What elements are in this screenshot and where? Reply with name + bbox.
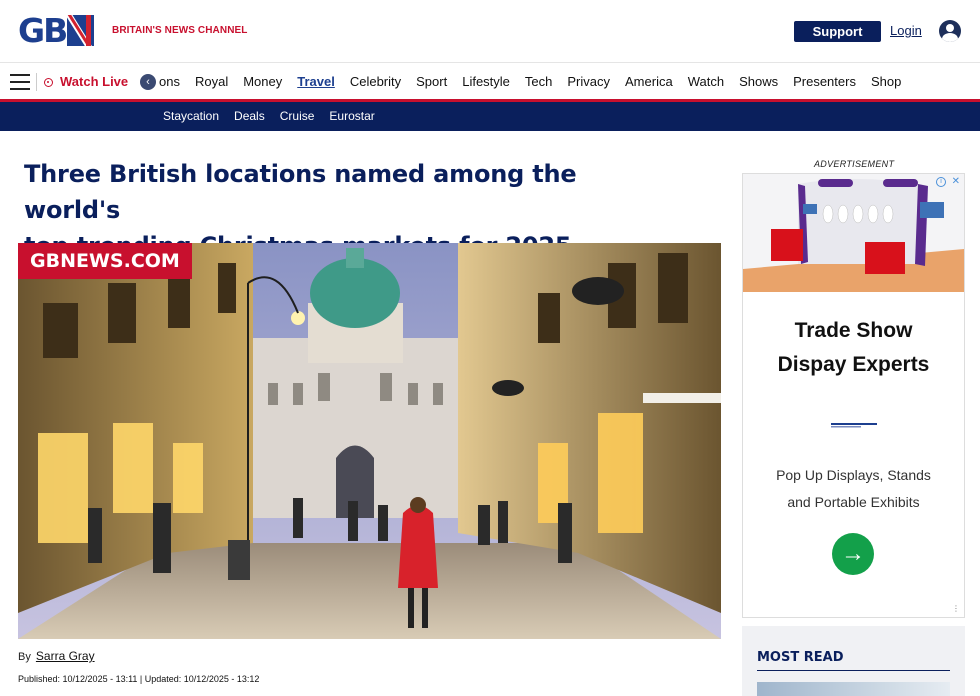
ad-subtext-line-1: Pop Up Displays, Stands: [776, 467, 931, 483]
ad-headline-line-1: Trade Show: [794, 319, 913, 342]
logo-flag-n: [67, 14, 95, 46]
nav-items: ons Royal Money Travel Celebrity Sport L…: [159, 74, 916, 89]
sub-nav: Staycation Deals Cruise Eurostar: [0, 102, 980, 131]
publish-dates: Published: 10/12/2025 - 13:11 | Updated:…: [18, 674, 260, 684]
nav-item-royal[interactable]: Royal: [195, 74, 228, 89]
site-header: GB BRITAIN'S NEWS CHANNEL Support Login: [0, 0, 980, 62]
most-read-divider: [757, 670, 950, 671]
advertisement-label: ADVERTISEMENT: [814, 159, 895, 169]
main-nav: Watch Live ‹ ons Royal Money Travel Cele…: [0, 62, 980, 100]
nav-item-watch[interactable]: Watch: [688, 74, 724, 89]
advertiser-logo: [831, 423, 877, 428]
hero-image[interactable]: GBNEWS.COM: [18, 243, 721, 639]
live-indicator-icon: [44, 78, 53, 87]
nav-item-shows[interactable]: Shows: [739, 74, 778, 89]
image-source-badge: GBNEWS.COM: [18, 243, 192, 279]
vienna-street-scene: [18, 243, 721, 639]
nav-divider: [36, 73, 37, 91]
logo-letters: GB: [18, 10, 68, 50]
most-read-panel: MOST READ: [742, 626, 965, 696]
ad-subtext-line-2: and Portable Exhibits: [787, 494, 920, 510]
nav-item-ons[interactable]: ons: [159, 74, 180, 89]
nav-item-money[interactable]: Money: [243, 74, 282, 89]
nav-item-america[interactable]: America: [625, 74, 673, 89]
most-read-title: MOST READ: [757, 650, 844, 665]
nav-item-presenters[interactable]: Presenters: [793, 74, 856, 89]
most-read-thumbnail[interactable]: [757, 682, 950, 696]
account-avatar-icon[interactable]: [939, 20, 961, 42]
subnav-item-deals[interactable]: Deals: [234, 109, 265, 123]
ad-headline-line-2: Dispay Experts: [777, 353, 930, 376]
nav-item-travel[interactable]: Travel: [297, 74, 335, 89]
advertisement-box[interactable]: i ✕ Trade Show Dispay Experts Pop Up Dis…: [742, 173, 965, 618]
nav-item-sport[interactable]: Sport: [416, 74, 447, 89]
nav-item-privacy[interactable]: Privacy: [567, 74, 610, 89]
subnav-item-cruise[interactable]: Cruise: [280, 109, 315, 123]
menu-icon[interactable]: [10, 74, 30, 90]
byline-prefix: By: [18, 651, 31, 663]
gbnews-logo[interactable]: GB: [18, 11, 95, 50]
headline-line-1: Three British locations named among the …: [24, 160, 577, 224]
author-link[interactable]: Sarra Gray: [36, 649, 95, 663]
trade-show-stand-image[interactable]: [743, 174, 964, 292]
support-button[interactable]: Support: [794, 21, 881, 42]
nav-item-tech[interactable]: Tech: [525, 74, 552, 89]
login-link[interactable]: Login: [890, 23, 922, 38]
ad-close-icon[interactable]: ✕: [952, 176, 960, 187]
watch-live-link[interactable]: Watch Live: [60, 74, 128, 89]
logo-tagline: BRITAIN'S NEWS CHANNEL: [112, 25, 248, 36]
ad-info-icon[interactable]: i: [936, 177, 946, 187]
chevron-left-icon[interactable]: ‹: [140, 74, 156, 90]
ad-options-icon[interactable]: ⋮: [952, 604, 960, 613]
ad-subtext: Pop Up Displays, Stands and Portable Exh…: [743, 462, 964, 516]
arrow-right-icon[interactable]: →: [832, 533, 874, 575]
nav-item-shop[interactable]: Shop: [871, 74, 901, 89]
nav-item-lifestyle[interactable]: Lifestyle: [462, 74, 510, 89]
subnav-item-staycation[interactable]: Staycation: [163, 109, 219, 123]
subnav-item-eurostar[interactable]: Eurostar: [329, 109, 374, 123]
nav-item-celebrity[interactable]: Celebrity: [350, 74, 401, 89]
ad-headline: Trade Show Dispay Experts: [743, 314, 964, 382]
article-byline: By Sarra Gray: [18, 649, 95, 663]
